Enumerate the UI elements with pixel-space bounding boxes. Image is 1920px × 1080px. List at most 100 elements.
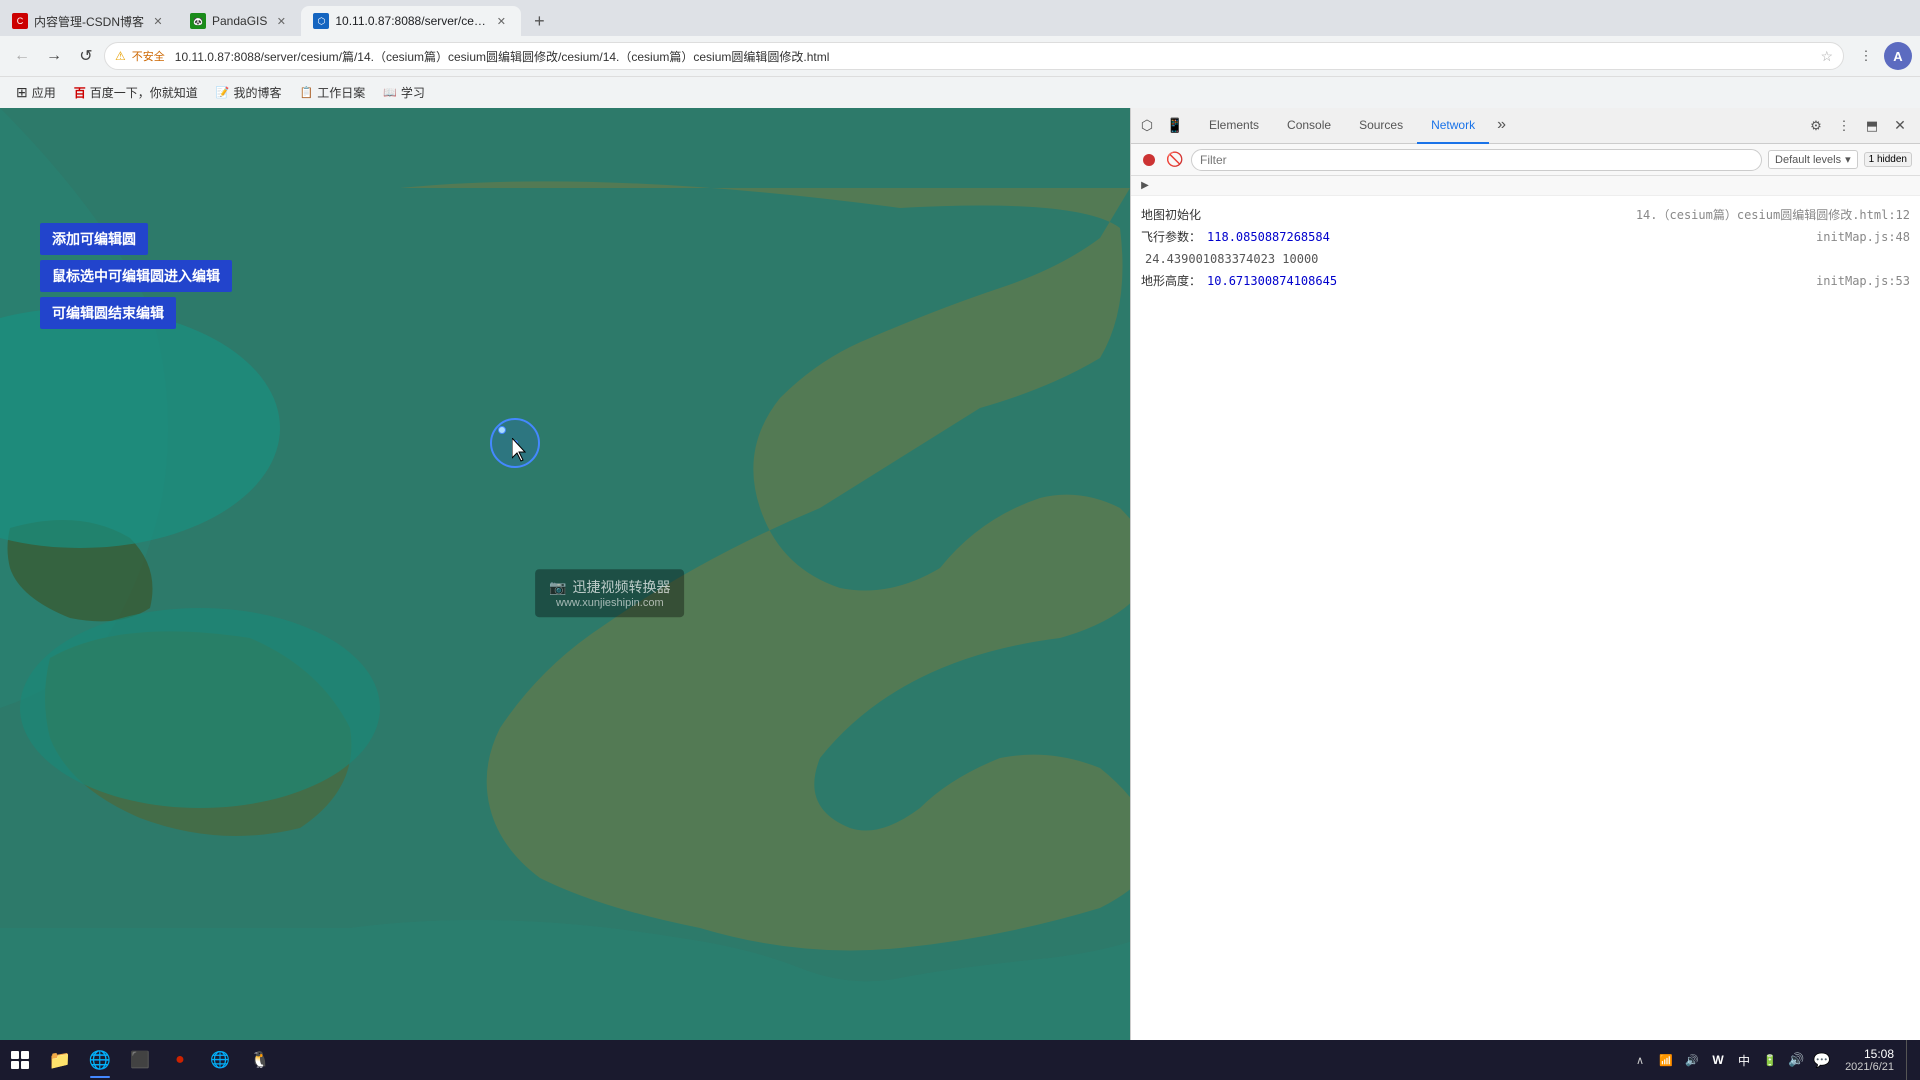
taskbar-tray: ∧ 📶 🔊 W 中 🔋 🔊 💬 15:08 2021/6/21 <box>1629 1040 1920 1080</box>
log-line-flight2: 24.439001083374023 10000 <box>1141 248 1910 270</box>
log-map-init-label: 地图初始化 <box>1141 206 1201 224</box>
end-edit-button[interactable]: 可编辑圆结束编辑 <box>40 297 176 329</box>
devtools-dock-icon[interactable]: ⬒ <box>1860 114 1884 138</box>
bookmark-apps-label: 应用 <box>32 84 56 101</box>
hidden-count-badge: 1 hidden <box>1864 152 1912 167</box>
chrome2-icon: 🌐 <box>210 1050 230 1070</box>
tab-bar: C 内容管理-CSDN博客 ✕ 🐼 PandaGIS ✕ ⬡ 10.11.0.8… <box>0 0 1920 36</box>
log-map-init-link[interactable]: 14.（cesium篇）cesium圆编辑圆修改.html:12 <box>1636 206 1910 224</box>
tray-volume-icon[interactable]: 🔊 <box>1785 1049 1807 1071</box>
tray-notification-icon[interactable]: 💬 <box>1811 1049 1833 1071</box>
tab-favicon-local: ⬡ <box>313 13 329 29</box>
bookmark-baidu[interactable]: 百 百度一下，你就知道 <box>66 80 206 105</box>
tray-sound-icon[interactable]: 🔊 <box>1681 1049 1703 1071</box>
tab-favicon-panda: 🐼 <box>190 13 206 29</box>
collapse-arrow-icon[interactable]: ▶ <box>1139 180 1151 192</box>
editable-circle[interactable] <box>490 418 540 468</box>
tab-sources[interactable]: Sources <box>1345 108 1417 144</box>
taskbar-qq[interactable]: 🐧 <box>240 1040 280 1080</box>
taskbar: 📁 🌐 ⬛ ● 🌐 🐧 ∧ 📶 🔊 W <box>0 1040 1920 1080</box>
taskbar-file-explorer[interactable]: 📁 <box>40 1040 80 1080</box>
app1-icon: ● <box>175 1051 185 1069</box>
forward-button[interactable]: → <box>40 42 68 70</box>
main-area: 添加可编辑圆 鼠标选中可编辑圆进入编辑 可编辑圆结束编辑 📷 迅捷视频转换器 <box>0 108 1920 1040</box>
tray-input-icon[interactable]: 中 <box>1733 1049 1755 1071</box>
bookmark-myblog[interactable]: 📝 我的博客 <box>208 80 290 105</box>
devtools-close-icon[interactable]: ✕ <box>1888 114 1912 138</box>
taskbar-chrome2[interactable]: 🌐 <box>200 1040 240 1080</box>
log-terrain-link[interactable]: initMap.js:53 <box>1816 272 1910 290</box>
dropdown-arrow-icon: ▾ <box>1845 153 1851 166</box>
bookmarks-bar: ⊞ 应用 百 百度一下，你就知道 📝 我的博客 📋 工作日案 📖 学习 <box>0 76 1920 108</box>
tab-panda[interactable]: 🐼 PandaGIS ✕ <box>178 6 301 36</box>
tab-csdn[interactable]: C 内容管理-CSDN博客 ✕ <box>0 6 178 36</box>
browser-menu-icon[interactable]: ⋮ <box>1852 42 1880 70</box>
log-flight-label: 飞行参数： <box>1141 228 1201 246</box>
taskbar-clock[interactable]: 15:08 2021/6/21 <box>1837 1047 1902 1073</box>
show-desktop-button[interactable] <box>1906 1040 1912 1080</box>
devtools-inspect-icon[interactable]: ⬡ <box>1135 114 1159 138</box>
filter-input[interactable] <box>1191 149 1762 171</box>
devtools-controls: ⚙ ⋮ ⬒ ✕ <box>1804 114 1916 138</box>
tray-network-icon[interactable]: 📶 <box>1655 1049 1677 1071</box>
tray-battery-icon[interactable]: 🔋 <box>1759 1049 1781 1071</box>
bookmark-apps[interactable]: ⊞ 应用 <box>8 80 64 105</box>
default-levels-dropdown[interactable]: Default levels ▾ <box>1768 150 1858 169</box>
bookmark-baidu-label: 百度一下，你就知道 <box>90 84 198 101</box>
devtools-settings-icon[interactable]: ⚙ <box>1804 114 1828 138</box>
log-flight-link[interactable]: initMap.js:48 <box>1816 228 1910 246</box>
record-dot <box>1143 154 1155 166</box>
bookmark-study-icon: 📖 <box>383 86 397 99</box>
log-line-terrain: 地形高度： 10.671300874108645 initMap.js:53 <box>1141 270 1910 292</box>
add-circle-button[interactable]: 添加可编辑圆 <box>40 223 148 255</box>
tray-arrow-icon[interactable]: ∧ <box>1629 1049 1651 1071</box>
devtools-mobile-icon[interactable]: 📱 <box>1163 114 1187 138</box>
terminal-icon: ⬛ <box>130 1050 150 1070</box>
bookmark-worklog-label: 工作日案 <box>317 84 365 101</box>
bookmark-study[interactable]: 📖 学习 <box>375 80 433 105</box>
bookmark-myblog-icon: 📝 <box>216 86 230 99</box>
start-button[interactable] <box>0 1040 40 1080</box>
new-tab-button[interactable]: + <box>525 7 553 35</box>
tab-console[interactable]: Console <box>1273 108 1345 144</box>
map-area[interactable]: 添加可编辑圆 鼠标选中可编辑圆进入编辑 可编辑圆结束编辑 📷 迅捷视频转换器 <box>0 108 1130 1040</box>
tray-w-icon[interactable]: W <box>1707 1049 1729 1071</box>
tab-network[interactable]: Network <box>1417 108 1489 144</box>
log-terrain-value: 10.671300874108645 <box>1207 272 1337 290</box>
profile-button[interactable]: A <box>1884 42 1912 70</box>
clock-time: 15:08 <box>1845 1047 1894 1061</box>
tab-close-csdn[interactable]: ✕ <box>150 13 166 29</box>
reload-button[interactable]: ↺ <box>72 42 100 70</box>
devtools-panel: ⬡ 📱 Elements Console Sources Network » ⚙ <box>1130 108 1920 1040</box>
bookmark-worklog[interactable]: 📋 工作日案 <box>292 80 374 105</box>
tab-label-csdn: 内容管理-CSDN博客 <box>34 13 144 30</box>
taskbar-terminal[interactable]: ⬛ <box>120 1040 160 1080</box>
tab-more[interactable]: » <box>1489 108 1514 144</box>
taskbar-app1[interactable]: ● <box>160 1040 200 1080</box>
bookmark-worklog-icon: 📋 <box>300 86 314 99</box>
select-circle-button[interactable]: 鼠标选中可编辑圆进入编辑 <box>40 260 232 292</box>
chrome-icon: 🌐 <box>89 1050 111 1071</box>
devtools-overflow-icon[interactable]: ⋮ <box>1832 114 1856 138</box>
back-button[interactable]: ← <box>8 42 36 70</box>
taskbar-chrome[interactable]: 🌐 <box>80 1040 120 1080</box>
network-log: 地图初始化 14.（cesium篇）cesium圆编辑圆修改.html:12 飞… <box>1131 196 1920 1040</box>
tab-elements[interactable]: Elements <box>1195 108 1273 144</box>
clock-date: 2021/6/21 <box>1845 1061 1894 1073</box>
address-bar[interactable]: ⚠ 不安全 10.11.0.87:8088/server/cesium/篇/14… <box>104 42 1844 70</box>
circle-handle[interactable] <box>498 426 506 434</box>
apps-grid-icon: ⊞ <box>16 84 28 101</box>
tab-close-panda[interactable]: ✕ <box>273 13 289 29</box>
clear-button[interactable]: 🚫 <box>1165 150 1185 170</box>
tab-favicon-csdn: C <box>12 13 28 29</box>
tab-local[interactable]: ⬡ 10.11.0.87:8088/server/cesiu... ✕ <box>301 6 521 36</box>
file-explorer-icon: 📁 <box>49 1050 71 1071</box>
tab-close-local[interactable]: ✕ <box>493 13 509 29</box>
network-toolbar: 🚫 Default levels ▾ 1 hidden <box>1131 144 1920 176</box>
security-label: 不安全 <box>132 48 165 64</box>
bookmark-star-icon[interactable]: ☆ <box>1820 48 1833 65</box>
qq-icon: 🐧 <box>250 1050 270 1070</box>
record-button[interactable] <box>1139 150 1159 170</box>
log-flight-value: 118.0850887268584 <box>1207 228 1330 246</box>
devtools-tab-bar: ⬡ 📱 Elements Console Sources Network » ⚙ <box>1131 108 1920 144</box>
